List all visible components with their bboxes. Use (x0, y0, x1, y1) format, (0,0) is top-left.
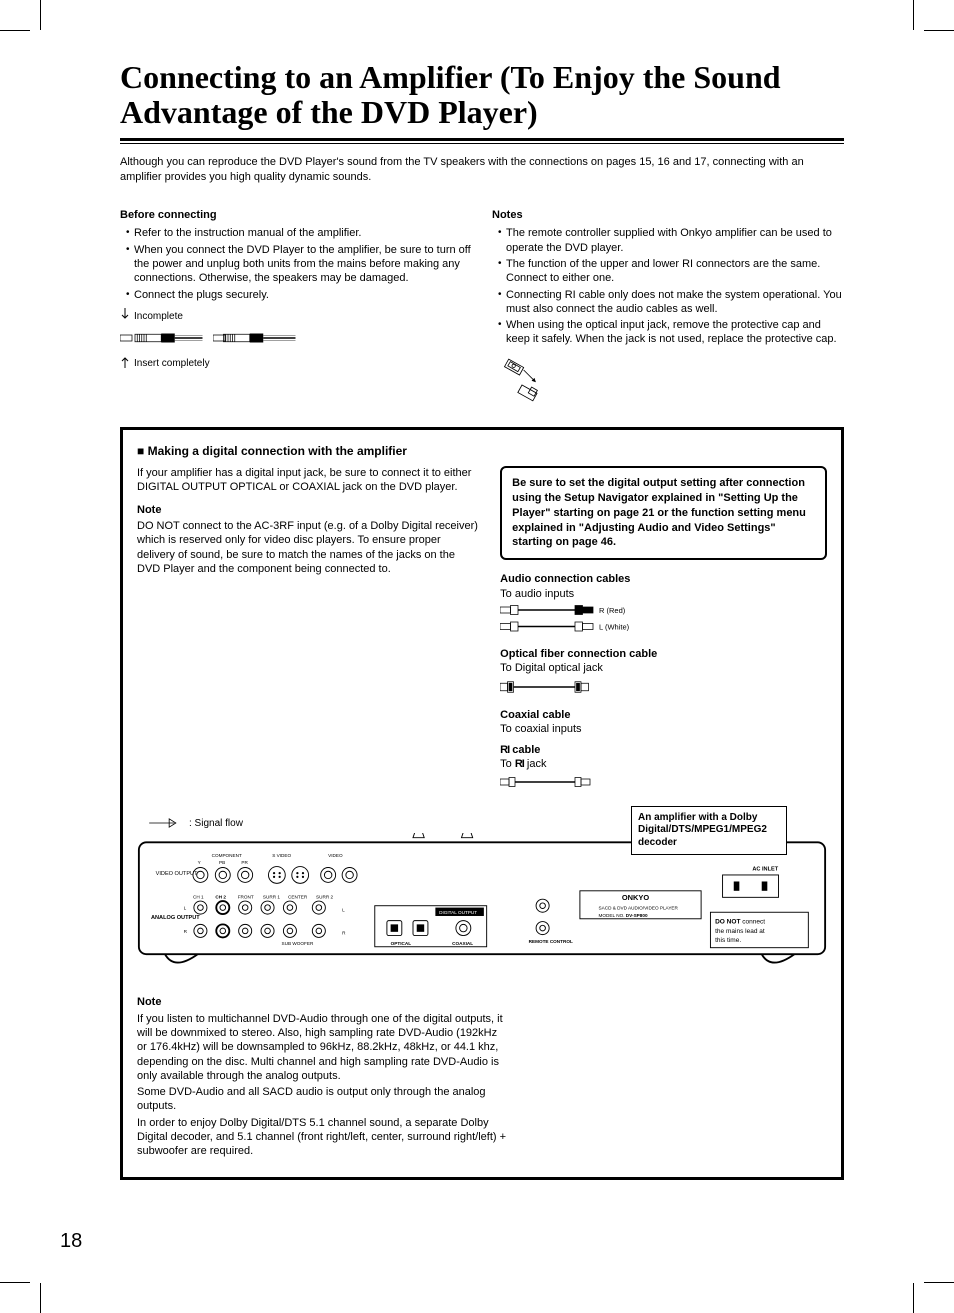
svg-text:VIDEO: VIDEO (328, 853, 343, 858)
svg-text:PR: PR (241, 859, 248, 864)
digital-body: If your amplifier has a digital input ja… (137, 466, 480, 495)
page-title: Connecting to an Amplifier (To Enjoy the… (90, 60, 874, 130)
note-label: Note (137, 503, 480, 517)
intro-text: Although you can reproduce the DVD Playe… (90, 155, 874, 193)
svg-text:ANALOG OUTPUT: ANALOG OUTPUT (151, 914, 200, 920)
crop-mark (924, 30, 954, 31)
digital-left-col: If your amplifier has a digital input ja… (137, 466, 480, 797)
svg-text:COMPONENT: COMPONENT (212, 853, 242, 858)
svg-text:OPTICAL: OPTICAL (391, 940, 412, 945)
page-number: 18 (60, 1230, 82, 1253)
arrow-up-icon (120, 354, 130, 372)
divider (120, 143, 844, 144)
crop-mark (924, 1282, 954, 1283)
notes-list: The remote controller supplied with Onky… (492, 226, 844, 346)
plug-complete-icon (213, 329, 303, 347)
ri-cable-label: RI RI cablecableTo RI jack (500, 743, 827, 772)
amplifier-box: An amplifier with a Dolby Digital/DTS/MP… (631, 806, 787, 856)
notes-heading: Notes (492, 208, 844, 222)
svg-text:FRONT: FRONT (238, 894, 254, 899)
plug-complete-label: Insert completely (134, 357, 210, 370)
columns: Before connecting Refer to the instructi… (90, 204, 874, 409)
manual-page: Connecting to an Amplifier (To Enjoy the… (0, 0, 954, 1313)
optical-cable-icon (500, 676, 650, 698)
before-connecting-column: Before connecting Refer to the instructi… (120, 204, 472, 409)
svg-text:the mains lead at: the mains lead at (715, 927, 765, 934)
crop-mark (0, 30, 30, 31)
svg-text:L: L (184, 905, 187, 910)
digital-right-col: Be sure to set the digital output settin… (500, 466, 827, 797)
list-item: Connect the plugs securely. (126, 288, 472, 302)
ri-cable-icon (500, 771, 650, 793)
svg-text:SACD & DVD AUDIO/VIDEO PLAYER: SACD & DVD AUDIO/VIDEO PLAYER (599, 905, 679, 910)
notes-column: Notes The remote controller supplied wit… (492, 204, 844, 409)
svg-text:this time.: this time. (715, 937, 741, 944)
crop-mark (40, 1283, 41, 1313)
digital-heading: Making a digital connection with the amp… (137, 444, 827, 458)
crop-mark (40, 0, 41, 30)
svg-text:COAXIAL: COAXIAL (452, 940, 473, 945)
svg-text:SURR 2: SURR 2 (316, 894, 333, 899)
arrow-icon (147, 818, 183, 828)
list-item: The remote controller supplied with Onky… (498, 226, 844, 255)
svg-text:ONKYO: ONKYO (622, 893, 649, 902)
rear-panel-diagram: An amplifier with a Dolby Digital/DTS/MP… (137, 818, 827, 978)
bottom-note: Note If you listen to multichannel DVD-A… (137, 995, 507, 1158)
list-item: Connecting RI cable only does not make t… (498, 288, 844, 317)
svg-text:DIGITAL OUTPUT: DIGITAL OUTPUT (439, 910, 477, 915)
setup-callout: Be sure to set the digital output settin… (500, 466, 827, 560)
svg-text:R: R (184, 928, 188, 933)
svg-text:L (White): L (White) (599, 622, 630, 631)
svg-text:SUB WOOFER: SUB WOOFER (282, 940, 314, 945)
before-list: Refer to the instruction manual of the a… (120, 226, 472, 301)
coax-cable-label: Coaxial cableTo coaxial inputs (500, 708, 827, 737)
before-heading: Before connecting (120, 208, 472, 222)
digital-connection-section: Making a digital connection with the amp… (120, 427, 844, 1180)
svg-text:S VIDEO: S VIDEO (272, 853, 291, 858)
protective-cap-icon (492, 355, 562, 405)
list-item: When you connect the DVD Player to the a… (126, 243, 472, 286)
digital-note-body: DO NOT connect to the AC-3RF input (e.g.… (137, 519, 480, 576)
audio-cable-label: Audio connection cablesTo audio inputs (500, 572, 827, 601)
svg-text:Y: Y (198, 859, 201, 864)
svg-text:REMOTE CONTROL: REMOTE CONTROL (529, 939, 573, 944)
note-p2: Some DVD-Audio and all SACD audio is out… (137, 1085, 507, 1114)
list-item: Refer to the instruction manual of the a… (126, 226, 472, 240)
svg-text:PB: PB (219, 859, 225, 864)
svg-text:AC INLET: AC INLET (752, 866, 778, 872)
crop-mark (913, 0, 914, 30)
plug-incomplete-icon (120, 329, 210, 347)
list-item: When using the optical input jack, remov… (498, 318, 844, 347)
plug-incomplete-label: Incomplete (134, 310, 183, 323)
arrow-down-icon (120, 308, 130, 326)
svg-text:SURR 1: SURR 1 (263, 894, 280, 899)
list-item: The function of the upper and lower RI c… (498, 257, 844, 286)
note-heading: Note (137, 995, 507, 1009)
svg-text:R (Red): R (Red) (599, 606, 626, 615)
svg-text:CH 1: CH 1 (193, 894, 204, 899)
svg-text:R: R (342, 930, 346, 935)
crop-mark (0, 1282, 30, 1283)
audio-cable-icon: R (Red) L (White) (500, 601, 650, 637)
svg-text:CH 2: CH 2 (215, 894, 226, 899)
plug-diagram: Incomplete (120, 308, 472, 372)
svg-text:CENTER: CENTER (288, 894, 308, 899)
crop-mark (913, 1283, 914, 1313)
svg-text:L: L (342, 907, 345, 912)
note-p3: In order to enjoy Dolby Digital/DTS 5.1 … (137, 1116, 507, 1159)
svg-text:MODEL NO. DV-SP800: MODEL NO. DV-SP800 (599, 912, 648, 917)
divider (120, 138, 844, 141)
note-p1: If you listen to multichannel DVD-Audio … (137, 1012, 507, 1083)
svg-text:VIDEO OUTPUT: VIDEO OUTPUT (156, 870, 198, 876)
optical-cable-label: Optical fiber connection cableTo Digital… (500, 647, 827, 676)
svg-text:DO NOT connect: DO NOT connect (715, 918, 765, 925)
